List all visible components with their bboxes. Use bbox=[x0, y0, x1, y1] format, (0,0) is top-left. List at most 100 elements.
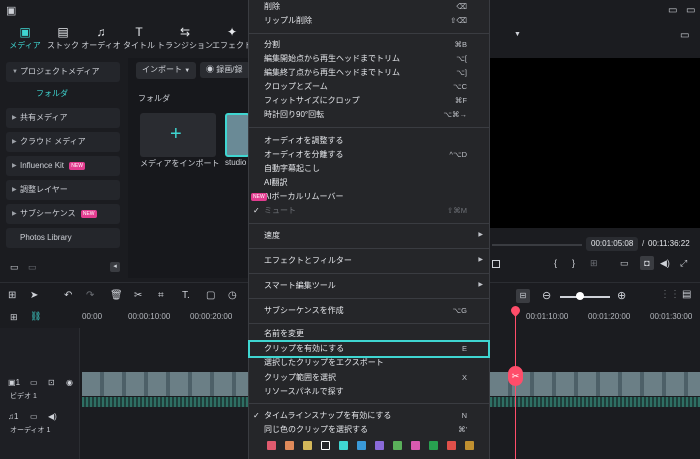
menu-item-split[interactable]: 分割 ⌘B bbox=[249, 38, 489, 52]
audio-clip[interactable] bbox=[82, 397, 250, 407]
menu-item-adjust-audio[interactable]: オーディオを調整する bbox=[249, 134, 489, 148]
cut-icon[interactable]: ✂ bbox=[134, 290, 142, 301]
preview-scrubber[interactable] bbox=[492, 244, 582, 246]
drag-handle-icon[interactable]: ⋮⋮ bbox=[660, 289, 680, 300]
tab-media[interactable]: ▣ メディア bbox=[6, 24, 44, 51]
import-button[interactable]: インポート ▼ bbox=[136, 62, 197, 79]
color-swatch[interactable] bbox=[411, 441, 420, 450]
crop-icon[interactable]: ⊞ bbox=[590, 258, 598, 269]
color-swatch[interactable] bbox=[375, 441, 384, 450]
link-icon[interactable]: ⛓ bbox=[30, 311, 41, 322]
undo-icon[interactable]: ↶ bbox=[64, 290, 72, 301]
expand-icon[interactable]: ⤢ bbox=[680, 258, 687, 269]
camera-icon[interactable]: ◘ bbox=[640, 256, 654, 270]
grid-icon[interactable]: ⊞ bbox=[8, 290, 16, 301]
collapse-icon[interactable]: ◂ bbox=[110, 262, 120, 272]
sidebar-toggle-icon[interactable]: ▣ bbox=[6, 4, 16, 17]
sidebar-item-shared-media[interactable]: ▶ 共有メディア bbox=[6, 108, 120, 128]
sidebar-item-folder[interactable]: フォルダ bbox=[36, 88, 68, 99]
mark-out-icon[interactable]: } bbox=[572, 258, 575, 268]
menu-item-crop-zoom[interactable]: クロップとズーム ⌥C bbox=[249, 80, 489, 94]
record-button[interactable]: ◉ 録画/録 bbox=[200, 62, 250, 78]
color-swatch[interactable] bbox=[321, 441, 330, 450]
fit-icon[interactable]: ⊟ bbox=[516, 289, 530, 303]
folder-icon[interactable]: ▭ bbox=[28, 262, 37, 273]
crop-tool-icon[interactable]: ⌗ bbox=[158, 290, 164, 301]
chevron-down-icon[interactable]: ▼ bbox=[514, 31, 521, 38]
menu-item-rename[interactable]: 名前を変更 bbox=[249, 327, 489, 341]
mark-in-icon[interactable]: { bbox=[554, 258, 557, 268]
delete-icon[interactable]: 🗑 bbox=[110, 290, 123, 301]
box-tool-icon[interactable]: ▢ bbox=[206, 290, 215, 301]
snapshot-icon[interactable]: ▭ bbox=[680, 30, 689, 41]
menu-item-ripple-delete[interactable]: リップル削除 ⇧⌫ bbox=[249, 14, 489, 28]
menu-item-ai-vocal-remover[interactable]: NEW AIボーカルリムーバー bbox=[249, 190, 489, 204]
color-swatch[interactable] bbox=[393, 441, 402, 450]
menu-item-smart-edit[interactable]: スマート編集ツール ▶ bbox=[249, 279, 489, 293]
media-thumbnail[interactable] bbox=[225, 113, 250, 157]
menu-item-rotate[interactable]: 時計回り90°回転 ⌥⌘→ bbox=[249, 108, 489, 122]
tab-audio[interactable]: ♫ オーディオ bbox=[80, 24, 122, 51]
menu-item-export-selected[interactable]: 選択したクリップをエクスポート bbox=[249, 356, 489, 370]
menu-item-trim-end[interactable]: 編集終了点から再生ヘッドまでトリム ⌥] bbox=[249, 66, 489, 80]
sidebar-item-adjustment-layer[interactable]: ▶ 調整レイヤー bbox=[6, 180, 120, 200]
menu-item-create-subsequence[interactable]: サブシーケンスを作成 ⌥G bbox=[249, 304, 489, 318]
menu-item-select-range[interactable]: クリップ範囲を選択 X bbox=[249, 371, 489, 385]
menu-item-timeline-snap[interactable]: ✓ タイムラインスナップを有効にする N bbox=[249, 409, 489, 423]
sidebar-item-influence-kit[interactable]: ▶ Influence Kit NEW bbox=[6, 156, 120, 176]
tab-title[interactable]: T タイトル bbox=[120, 24, 158, 51]
split-scissors-icon[interactable]: ✂ bbox=[508, 366, 523, 386]
menu-item-trim-start[interactable]: 編集開始点から再生ヘッドまでトリム ⌥[ bbox=[249, 52, 489, 66]
menu-item-crop-to-fit[interactable]: フィットサイズにクロップ ⌘F bbox=[249, 94, 489, 108]
menu-item-auto-caption[interactable]: 自動字幕起こし bbox=[249, 162, 489, 176]
color-swatch[interactable] bbox=[429, 441, 438, 450]
menu-item-find-in-resources[interactable]: リソースパネルで探す bbox=[249, 385, 489, 399]
import-media-tile[interactable]: + bbox=[140, 113, 216, 157]
menu-item-detach-audio[interactable]: オーディオを分離する ^⌥D bbox=[249, 148, 489, 162]
color-swatch[interactable] bbox=[465, 441, 474, 450]
color-swatch[interactable] bbox=[285, 441, 294, 450]
menu-item-effects-filters[interactable]: エフェクトとフィルター ▶ bbox=[249, 254, 489, 268]
new-folder-icon[interactable]: ▭ bbox=[10, 262, 19, 273]
lock-icon[interactable]: ⊡ bbox=[48, 378, 55, 387]
display-icon[interactable]: ▭ bbox=[620, 258, 629, 269]
zoom-slider-handle[interactable] bbox=[576, 292, 584, 300]
sidebar-item-subsequence[interactable]: ▶ サブシーケンス NEW bbox=[6, 204, 120, 224]
fullscreen-icon[interactable]: ▭ bbox=[686, 5, 695, 16]
menu-item-enable-clip[interactable]: クリップを有効にする E bbox=[248, 340, 490, 358]
volume-icon[interactable]: ◀) bbox=[660, 258, 670, 269]
tab-effect[interactable]: ✦ エフェクト bbox=[212, 24, 252, 51]
sidebar-item-photos-library[interactable]: Photos Library bbox=[6, 228, 120, 248]
color-swatch[interactable] bbox=[357, 441, 366, 450]
speed-icon[interactable]: ◷ bbox=[228, 290, 237, 301]
video-clip[interactable] bbox=[82, 372, 250, 396]
audio-clip[interactable] bbox=[490, 397, 700, 407]
stop-icon[interactable] bbox=[492, 260, 500, 268]
tab-stock[interactable]: ▤ ストック bbox=[44, 24, 82, 51]
add-track-icon[interactable]: ⊞ bbox=[10, 312, 18, 323]
zoom-out-icon[interactable]: ⊖ bbox=[542, 289, 551, 302]
sidebar-item-project-media[interactable]: ▼ プロジェクトメディア bbox=[6, 62, 120, 82]
color-swatch[interactable] bbox=[339, 441, 348, 450]
folder-icon[interactable]: ▭ bbox=[30, 378, 38, 387]
select-tool-icon[interactable]: ➤ bbox=[30, 290, 38, 301]
redo-icon[interactable]: ↷ bbox=[86, 290, 94, 301]
eye-icon[interactable]: ◉ bbox=[66, 378, 73, 387]
color-swatch[interactable] bbox=[447, 441, 456, 450]
menu-item-speed[interactable]: 速度 ▶ bbox=[249, 229, 489, 243]
menu-item-select-same-color[interactable]: 同じ色のクリップを選択する ⌘' bbox=[249, 423, 489, 437]
tab-transition[interactable]: ⇆ トランジション bbox=[156, 24, 214, 51]
zoom-in-icon[interactable]: ⊕ bbox=[617, 289, 626, 302]
folder-icon[interactable]: ▭ bbox=[30, 412, 38, 421]
sidebar-item-cloud-media[interactable]: ▶ クラウド メディア bbox=[6, 132, 120, 152]
zoom-slider[interactable] bbox=[560, 296, 610, 298]
menu-item-mute[interactable]: ✓ ミュート ⇧⌘M bbox=[249, 204, 489, 218]
menu-item-delete[interactable]: 削除 ⌫ bbox=[249, 0, 489, 14]
volume-icon[interactable]: ◀) bbox=[48, 412, 57, 421]
color-swatch[interactable] bbox=[267, 441, 276, 450]
color-swatch[interactable] bbox=[303, 441, 312, 450]
text-tool-icon[interactable]: T. bbox=[182, 290, 190, 301]
window-mode-icon[interactable]: ▭ bbox=[668, 5, 677, 16]
layout-icon[interactable]: ▤ bbox=[682, 289, 691, 300]
menu-item-ai-translate[interactable]: AI翻訳 bbox=[249, 176, 489, 190]
